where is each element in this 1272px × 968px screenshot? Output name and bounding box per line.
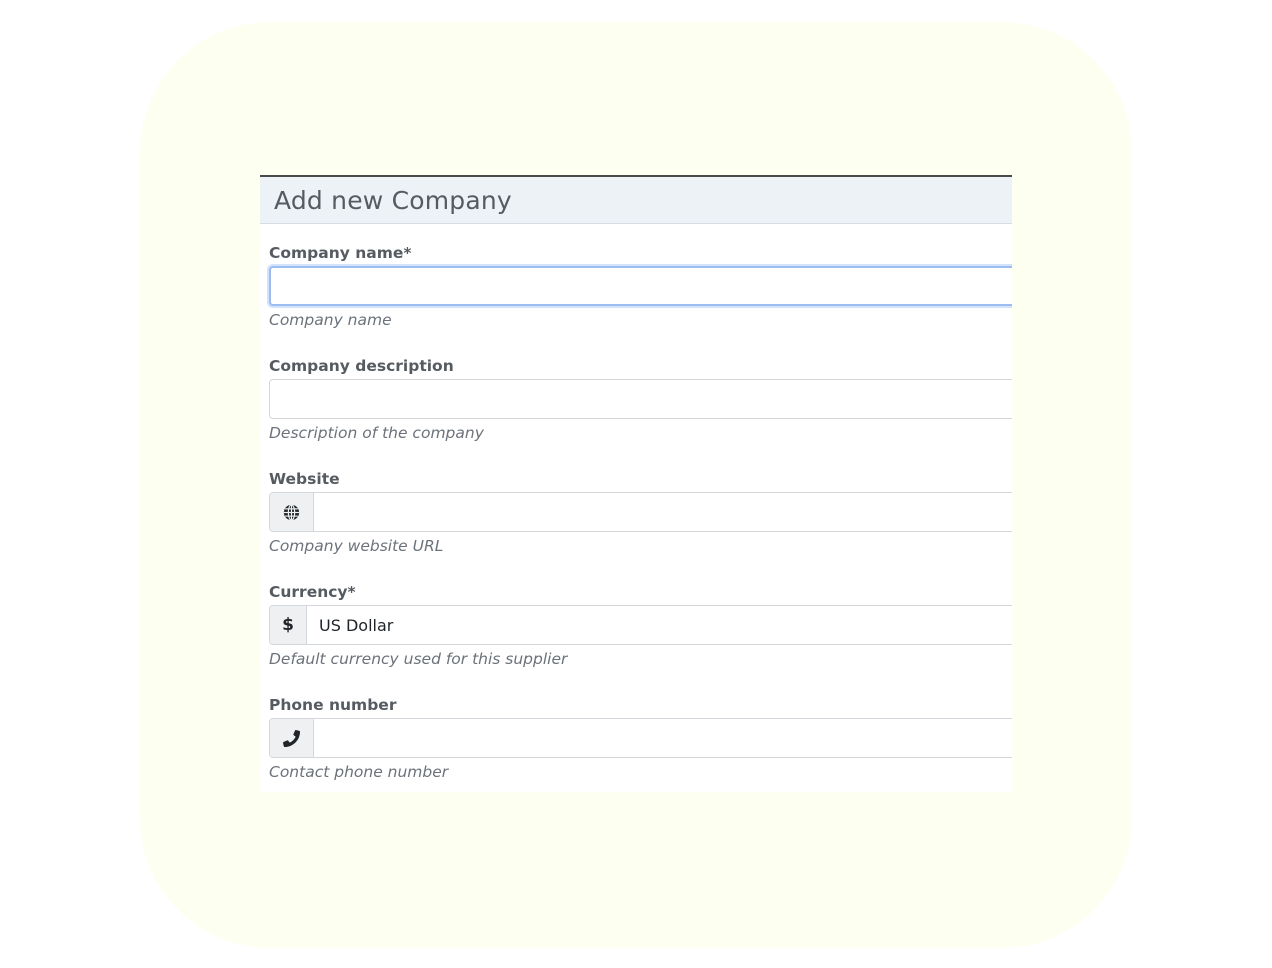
dollar-icon: $ (270, 606, 307, 644)
company-description-help: Description of the company (269, 424, 484, 442)
currency-selected-value: US Dollar (319, 615, 394, 635)
website-help: Company website URL (269, 537, 444, 555)
phone-input-group (269, 718, 1012, 758)
company-name-label: Company name* (269, 244, 412, 262)
phone-icon (270, 719, 314, 757)
add-company-modal: Add new Company Company name* Company na… (260, 175, 1012, 792)
field-website: Website Company website URL (269, 469, 1012, 556)
currency-select[interactable]: US Dollar (307, 606, 1012, 644)
currency-input-group: $ US Dollar (269, 605, 1012, 645)
currency-label: Currency* (269, 583, 356, 601)
company-name-input[interactable] (269, 266, 1012, 306)
company-description-label: Company description (269, 357, 454, 375)
phone-number-input[interactable] (314, 719, 1012, 757)
company-description-input[interactable] (269, 379, 1012, 419)
website-label: Website (269, 470, 340, 488)
phone-number-help: Contact phone number (269, 763, 449, 781)
company-name-help: Company name (269, 311, 392, 329)
field-company-name: Company name* Company name (269, 243, 1012, 330)
phone-number-label: Phone number (269, 696, 397, 714)
modal-title: Add new Company (274, 186, 512, 215)
dollar-symbol: $ (282, 615, 294, 635)
modal-header: Add new Company (260, 177, 1012, 224)
website-input[interactable] (314, 493, 1012, 531)
field-phone-number: Phone number Contact phone number (269, 695, 1012, 782)
website-input-group (269, 492, 1012, 532)
field-company-description: Company description Description of the c… (269, 356, 1012, 443)
globe-icon (270, 493, 314, 531)
field-currency: Currency* $ US Dollar Default currency u… (269, 582, 1012, 669)
currency-help: Default currency used for this supplier (269, 650, 568, 668)
